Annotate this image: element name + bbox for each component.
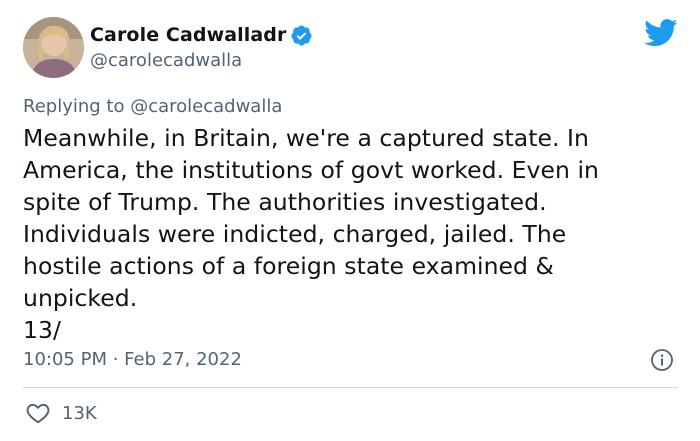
author-display-name[interactable]: Carole Cadwalladr xyxy=(90,24,286,46)
tweet-text: Meanwhile, in Britain, we're a captured … xyxy=(23,124,599,344)
replying-to-prefix: Replying to xyxy=(23,96,131,117)
avatar[interactable] xyxy=(23,17,84,78)
replying-to-line: Replying to @carolecadwalla xyxy=(23,96,282,117)
info-icon[interactable] xyxy=(650,348,674,372)
author-name-row[interactable]: Carole Cadwalladr xyxy=(90,22,313,48)
author-handle[interactable]: @carolecadwalla xyxy=(90,50,242,71)
verified-badge-icon xyxy=(290,24,313,47)
tweet-card: Carole Cadwalladr @carolecadwalla Replyi… xyxy=(0,0,700,441)
twitter-bird-icon[interactable] xyxy=(644,19,678,47)
like-button[interactable]: 13K xyxy=(23,400,97,426)
like-count: 13K xyxy=(62,402,97,424)
tweet-timestamp[interactable]: 10:05 PM · Feb 27, 2022 xyxy=(23,349,242,370)
heart-icon[interactable] xyxy=(24,400,52,426)
divider xyxy=(23,387,678,388)
replying-to-handle[interactable]: @carolecadwalla xyxy=(130,96,282,117)
